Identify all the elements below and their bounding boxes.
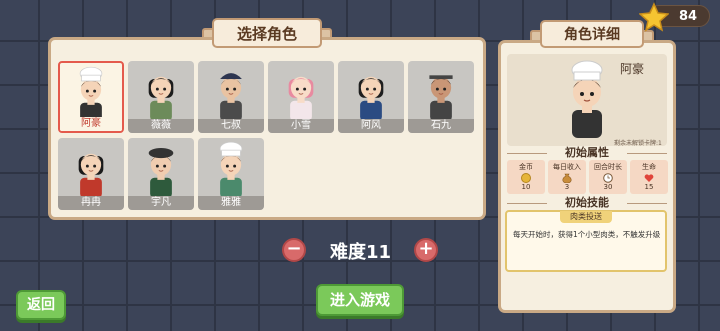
- detail-avatar: [571, 60, 603, 138]
- character-card[interactable]: 七叔: [198, 61, 264, 133]
- attribute-value: 3: [564, 183, 570, 191]
- coin-icon: [521, 173, 531, 183]
- character-name-label: 小雪: [268, 119, 334, 133]
- character-avatar: [79, 66, 103, 123]
- attribute-label: 每日收入: [553, 163, 581, 171]
- difficulty-label: 难度11: [330, 242, 392, 263]
- heart-icon: [644, 174, 654, 182]
- character-card[interactable]: 小雪: [268, 61, 334, 133]
- attribute-value: 30: [603, 183, 613, 191]
- character-card[interactable]: 冉冉: [58, 138, 124, 210]
- skill-card: 肉类投送 每天开始时，获得1个小型肉类，不触发升级: [505, 210, 667, 272]
- character-avatar: [219, 141, 243, 198]
- character-card[interactable]: 薇薇: [128, 61, 194, 133]
- character-card[interactable]: 雅雅: [198, 138, 264, 210]
- detail-character-name: 阿豪: [620, 62, 645, 76]
- back-button[interactable]: 返回: [16, 290, 66, 320]
- character-avatar: [220, 73, 242, 121]
- character-avatar: [148, 147, 174, 198]
- difficulty-decrease-button[interactable]: −: [282, 238, 306, 262]
- difficulty-increase-button[interactable]: +: [414, 238, 438, 262]
- character-card[interactable]: 阿风: [338, 61, 404, 133]
- attribute-round-duration: 回合时长 30: [589, 160, 627, 194]
- clock-icon: [603, 173, 613, 183]
- character-name-label: 阿风: [338, 119, 404, 133]
- character-avatar: [78, 153, 104, 198]
- attribute-life: 生命 15: [630, 160, 668, 194]
- attribute-value: 15: [644, 183, 654, 191]
- character-name-label: 七叔: [198, 119, 264, 133]
- character-avatar: [429, 75, 453, 121]
- attribute-label: 回合时长: [594, 163, 622, 171]
- character-name-label: 冉冉: [58, 196, 124, 210]
- character-avatar: [288, 76, 314, 121]
- character-name-label: 宇凡: [128, 196, 194, 210]
- star-counter: 84: [639, 2, 710, 32]
- attributes-section-title: 初始属性: [507, 146, 667, 160]
- character-card[interactable]: 石九: [408, 61, 474, 133]
- select-panel-title: 选择角色: [202, 18, 332, 50]
- character-name-label: 雅雅: [198, 196, 264, 210]
- attribute-label: 生命: [642, 163, 656, 171]
- skills-section-title: 初始技能: [507, 196, 667, 210]
- money-bag-icon: [562, 173, 572, 183]
- enter-game-button[interactable]: 进入游戏: [316, 284, 404, 316]
- attribute-daily-income: 每日收入 3: [548, 160, 586, 194]
- character-name-label: 阿豪: [60, 117, 122, 131]
- character-card[interactable]: 阿豪: [58, 61, 124, 133]
- character-name-label: 石九: [408, 119, 474, 133]
- detail-panel-title: 角色详细: [530, 20, 654, 52]
- attribute-gold: 金币 10: [507, 160, 545, 194]
- attribute-value: 10: [521, 183, 531, 191]
- character-avatar: [358, 76, 384, 121]
- attribute-label: 金币: [519, 163, 533, 171]
- character-name-label: 薇薇: [128, 119, 194, 133]
- skill-name: 肉类投送: [560, 211, 612, 223]
- skill-description: 每天开始时，获得1个小型肉类，不触发升级: [513, 230, 661, 239]
- character-card[interactable]: 宇凡: [128, 138, 194, 210]
- character-avatar: [148, 76, 174, 121]
- star-count: 84: [679, 8, 698, 24]
